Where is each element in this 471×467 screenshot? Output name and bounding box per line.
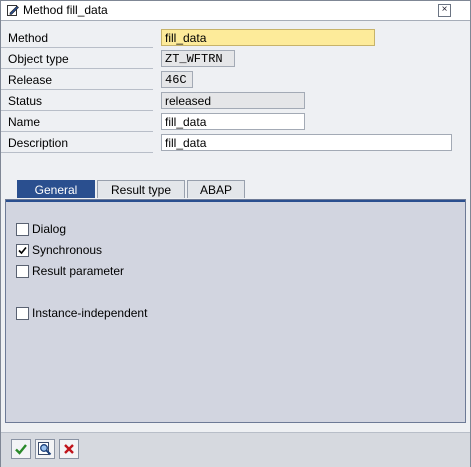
window-title: Method fill_data xyxy=(23,3,108,17)
where-used-button[interactable] xyxy=(35,439,55,459)
release-field: 46C xyxy=(161,71,193,88)
field-label-object-type: Object type xyxy=(1,50,153,69)
cancel-x-icon xyxy=(64,444,74,454)
field-row-method: Method fill_data xyxy=(1,29,470,50)
field-row-name: Name fill_data xyxy=(1,113,470,134)
status-field: released xyxy=(161,92,305,109)
option-label-instance-independent: Instance-independent xyxy=(32,306,148,320)
tab-panel-general: Dialog Synchronous Result parameter Inst… xyxy=(5,199,466,423)
tab-result-type[interactable]: Result type xyxy=(97,180,185,198)
continue-button[interactable] xyxy=(11,439,31,459)
magnifier-icon xyxy=(38,442,52,456)
edit-document-icon xyxy=(7,5,19,16)
field-label-status: Status xyxy=(1,92,153,111)
tab-strip: General Result type ABAP xyxy=(17,180,457,200)
method-field[interactable]: fill_data xyxy=(161,29,375,46)
name-field[interactable]: fill_data xyxy=(161,113,305,130)
cancel-button[interactable] xyxy=(59,439,79,459)
checkmark-icon xyxy=(15,444,27,455)
checkmark-icon xyxy=(18,246,27,255)
checkbox-synchronous[interactable] xyxy=(16,244,29,257)
method-dialog: Method fill_data × Method fill_data Obje… xyxy=(0,0,471,467)
field-label-description: Description xyxy=(1,134,153,153)
close-button[interactable]: × xyxy=(438,4,451,17)
field-label-name: Name xyxy=(1,113,153,132)
tab-abap[interactable]: ABAP xyxy=(187,180,245,198)
field-row-description: Description fill_data xyxy=(1,134,470,155)
panel-accent-bar xyxy=(6,200,465,202)
field-row-object-type: Object type ZT_WFTRN xyxy=(1,50,470,71)
description-field[interactable]: fill_data xyxy=(161,134,452,151)
field-label-release: Release xyxy=(1,71,153,90)
option-label-synchronous: Synchronous xyxy=(32,243,103,257)
option-label-result-parameter: Result parameter xyxy=(32,264,125,278)
tab-general[interactable]: General xyxy=(17,180,95,198)
checkbox-instance-independent[interactable] xyxy=(16,307,29,320)
field-row-release: Release 46C xyxy=(1,71,470,92)
button-bar xyxy=(1,432,470,467)
option-label-dialog: Dialog xyxy=(32,222,67,236)
object-type-field: ZT_WFTRN xyxy=(161,50,235,67)
checkbox-result-parameter[interactable] xyxy=(16,265,29,278)
field-row-status: Status released xyxy=(1,92,470,113)
title-bar: Method fill_data × xyxy=(1,1,470,21)
checkbox-dialog[interactable] xyxy=(16,223,29,236)
field-label-method: Method xyxy=(1,29,153,48)
